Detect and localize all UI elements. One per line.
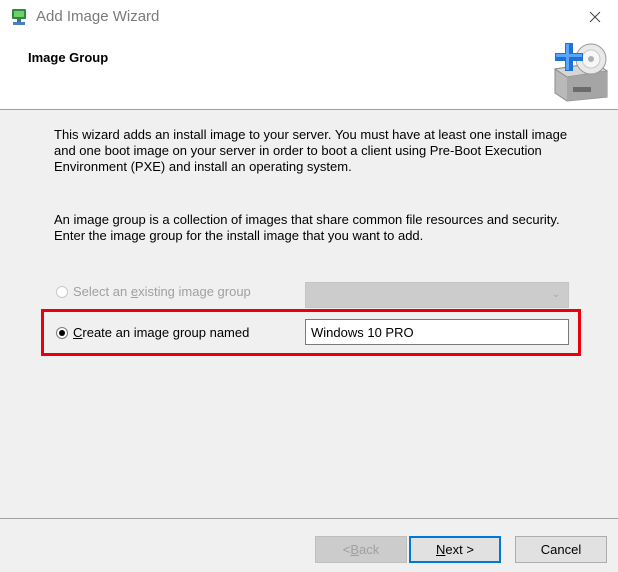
- select-existing-label: Select an existing image group: [73, 284, 251, 299]
- select-existing-radio: [56, 285, 68, 298]
- intro-text: This wizard adds an install image to you…: [54, 127, 568, 174]
- wizard-app-icon: [12, 9, 26, 25]
- wizard-header: Image Group: [0, 34, 618, 110]
- close-button[interactable]: [572, 0, 618, 34]
- chevron-down-icon: ⌄: [551, 289, 560, 300]
- window-title: Add Image Wizard: [36, 8, 160, 25]
- highlight-box: [41, 309, 581, 356]
- select-existing-group-option: Select an existing image group: [56, 284, 251, 299]
- existing-group-combo: ⌄: [305, 282, 569, 308]
- next-button[interactable]: Next >: [409, 536, 501, 563]
- back-button[interactable]: < Back: [315, 536, 407, 563]
- title-bar: Add Image Wizard: [0, 0, 618, 34]
- cancel-button[interactable]: Cancel: [515, 536, 607, 563]
- close-icon: [589, 11, 601, 23]
- footer-separator: [0, 518, 618, 519]
- page-title: Image Group: [28, 50, 109, 65]
- group-description: An image group is a collection of images…: [54, 212, 560, 243]
- add-image-disc-icon: [553, 43, 609, 102]
